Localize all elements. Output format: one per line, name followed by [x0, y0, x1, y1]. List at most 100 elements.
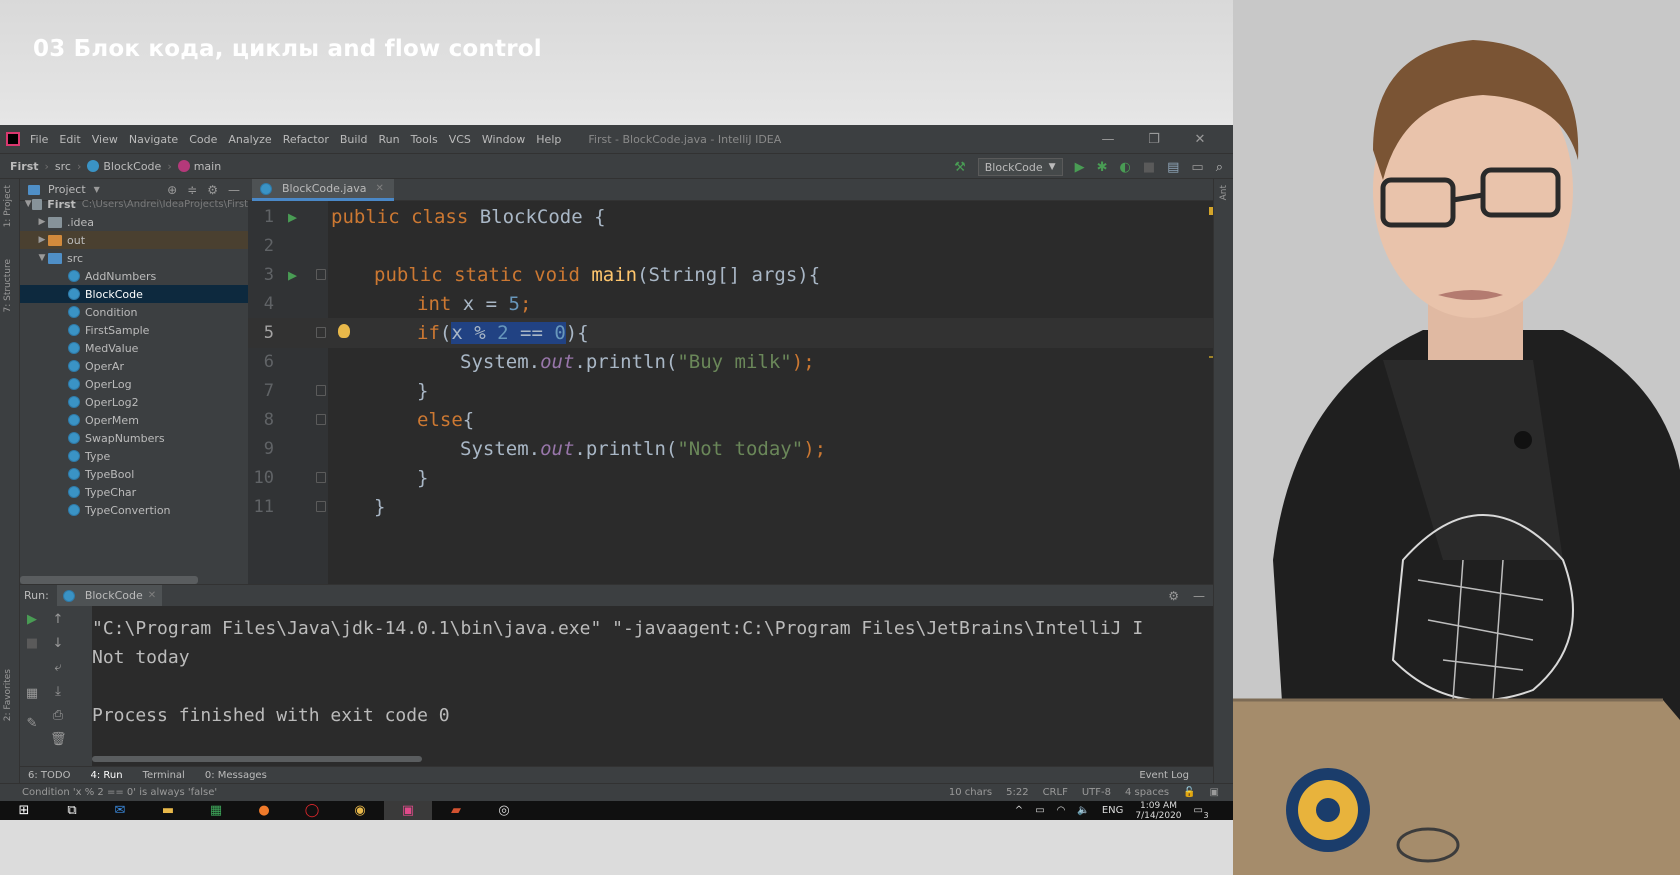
- lightbulb-icon[interactable]: [338, 324, 350, 338]
- tool-tab-messages[interactable]: 0: Messages: [205, 770, 267, 781]
- event-log-button[interactable]: Event Log: [1139, 770, 1189, 781]
- menu-build[interactable]: Build: [340, 133, 368, 146]
- menu-analyze[interactable]: Analyze: [228, 133, 271, 146]
- side-tab-favorites[interactable]: 2: Favorites: [3, 669, 13, 721]
- menu-tools[interactable]: Tools: [411, 133, 438, 146]
- menu-file[interactable]: File: [30, 133, 48, 146]
- tree-class-item[interactable]: Type: [20, 447, 248, 465]
- gear-icon[interactable]: ⚙: [207, 183, 218, 197]
- excel-icon[interactable]: ▦: [192, 801, 240, 820]
- memory-indicator-icon[interactable]: ▣: [1210, 787, 1219, 798]
- run-gutter-icon[interactable]: ▶: [288, 260, 302, 290]
- menu-navigate[interactable]: Navigate: [129, 133, 178, 146]
- powerpoint-icon[interactable]: ▰: [432, 801, 480, 820]
- tree-class-item[interactable]: OperLog2: [20, 393, 248, 411]
- scroll-to-end-icon[interactable]: ⤓: [50, 684, 66, 699]
- code-editor[interactable]: 1 ▶ public class BlockCode { 2 3 ▶ publi…: [248, 201, 1233, 584]
- collapse-all-icon[interactable]: ≑: [187, 183, 197, 197]
- line-separator[interactable]: CRLF: [1043, 787, 1068, 798]
- console-horizontal-scrollbar[interactable]: [92, 756, 422, 762]
- side-tab-project[interactable]: 1: Project: [3, 185, 13, 227]
- search-icon[interactable]: ⌕: [1216, 161, 1223, 174]
- layout-icon[interactable]: ▦: [24, 686, 40, 701]
- menu-window[interactable]: Window: [482, 133, 525, 146]
- tree-class-item[interactable]: AddNumbers: [20, 267, 248, 285]
- tree-class-item[interactable]: OperAr: [20, 357, 248, 375]
- caret-position[interactable]: 5:22: [1006, 787, 1028, 798]
- breadcrumb-src[interactable]: src: [55, 160, 71, 173]
- intellij-taskbar-icon[interactable]: ▣: [384, 801, 432, 820]
- print-icon[interactable]: ⎙: [50, 708, 66, 723]
- volume-icon[interactable]: 🔈: [1077, 805, 1089, 816]
- fold-marker-icon[interactable]: [316, 269, 326, 280]
- tree-class-item[interactable]: TypeConvertion: [20, 501, 248, 519]
- file-explorer-icon[interactable]: ▬: [144, 801, 192, 820]
- windows-start-icon[interactable]: ⊞: [0, 801, 48, 820]
- opera-icon[interactable]: ◯: [288, 801, 336, 820]
- tree-horizontal-scrollbar[interactable]: [20, 576, 198, 584]
- fold-marker-icon[interactable]: [316, 501, 326, 512]
- chevron-up-icon[interactable]: ^: [1015, 805, 1023, 816]
- coverage-icon[interactable]: ◐: [1119, 161, 1130, 174]
- project-structure-icon[interactable]: ▤: [1167, 161, 1179, 174]
- menu-view[interactable]: View: [92, 133, 118, 146]
- tool-tab-terminal[interactable]: Terminal: [143, 770, 185, 781]
- layout-icon[interactable]: ▭: [1191, 161, 1203, 174]
- obs-icon[interactable]: ◎: [480, 801, 528, 820]
- menu-run[interactable]: Run: [379, 133, 400, 146]
- run-icon[interactable]: ▶: [1075, 161, 1085, 174]
- tool-tab-run[interactable]: 4: Run: [90, 770, 122, 781]
- file-encoding[interactable]: UTF-8: [1082, 787, 1111, 798]
- debug-icon[interactable]: ✱: [1097, 161, 1108, 174]
- side-tab-structure[interactable]: 7: Structure: [3, 259, 13, 313]
- editor-tab-blockcode[interactable]: BlockCode.java ✕: [252, 179, 394, 201]
- menu-code[interactable]: Code: [189, 133, 217, 146]
- firefox-icon[interactable]: ●: [240, 801, 288, 820]
- close-button[interactable]: ✕: [1177, 132, 1223, 147]
- tree-root[interactable]: ▼ First C:\Users\Andrei\IdeaProjects\Fir…: [20, 195, 248, 213]
- close-tab-icon[interactable]: ✕: [148, 590, 156, 601]
- gear-icon[interactable]: ⚙: [1168, 589, 1179, 603]
- menu-edit[interactable]: Edit: [59, 133, 80, 146]
- run-tab-blockcode[interactable]: BlockCode ✕: [56, 584, 163, 607]
- locate-icon[interactable]: ⊕: [167, 183, 177, 197]
- close-tab-icon[interactable]: ✕: [375, 183, 383, 194]
- tree-class-item[interactable]: Condition: [20, 303, 248, 321]
- pin-icon[interactable]: ✎: [24, 716, 40, 731]
- breadcrumb-method[interactable]: main: [177, 160, 221, 173]
- run-console[interactable]: "C:\Program Files\Java\jdk-14.0.1\bin\ja…: [92, 606, 1213, 766]
- fold-marker-icon[interactable]: [316, 472, 326, 483]
- tree-class-item[interactable]: TypeChar: [20, 483, 248, 501]
- menu-help[interactable]: Help: [536, 133, 561, 146]
- notification-center-icon[interactable]: ▭ 3: [1194, 805, 1209, 820]
- soft-wrap-icon[interactable]: ⤶: [50, 660, 66, 675]
- tree-class-item[interactable]: SwapNumbers: [20, 429, 248, 447]
- indent-setting[interactable]: 4 spaces: [1125, 787, 1169, 798]
- task-view-icon[interactable]: ⧉: [48, 801, 96, 820]
- language-indicator[interactable]: ENG: [1102, 805, 1124, 816]
- stop-icon[interactable]: ■: [24, 636, 40, 651]
- tree-class-item[interactable]: BlockCode: [20, 285, 248, 303]
- clock[interactable]: 1:09 AM 7/14/2020: [1135, 801, 1181, 821]
- fold-marker-icon[interactable]: [316, 414, 326, 425]
- menu-refactor[interactable]: Refactor: [283, 133, 329, 146]
- fold-marker-icon[interactable]: [316, 385, 326, 396]
- tree-class-item[interactable]: OperLog: [20, 375, 248, 393]
- hide-icon[interactable]: —: [228, 183, 240, 197]
- tree-class-item[interactable]: OperMem: [20, 411, 248, 429]
- tree-folder-src[interactable]: ▼ src: [20, 249, 248, 267]
- fold-marker-icon[interactable]: [316, 327, 326, 338]
- chrome-icon[interactable]: ◉: [336, 801, 384, 820]
- tool-tab-todo[interactable]: 6: TODO: [28, 770, 70, 781]
- rerun-icon[interactable]: ▶: [24, 612, 40, 627]
- project-view-select[interactable]: Project: [48, 183, 86, 196]
- hide-icon[interactable]: —: [1193, 589, 1205, 603]
- up-arrow-icon[interactable]: ↑: [50, 612, 66, 627]
- minimize-button[interactable]: —: [1085, 132, 1131, 147]
- side-tab-ant[interactable]: Ant: [1219, 185, 1229, 200]
- build-hammer-icon[interactable]: ⚒: [954, 161, 966, 174]
- wifi-icon[interactable]: ◠: [1057, 805, 1066, 816]
- run-gutter-icon[interactable]: ▶: [288, 202, 302, 232]
- trash-icon[interactable]: 🗑: [50, 732, 67, 747]
- down-arrow-icon[interactable]: ↓: [50, 636, 66, 651]
